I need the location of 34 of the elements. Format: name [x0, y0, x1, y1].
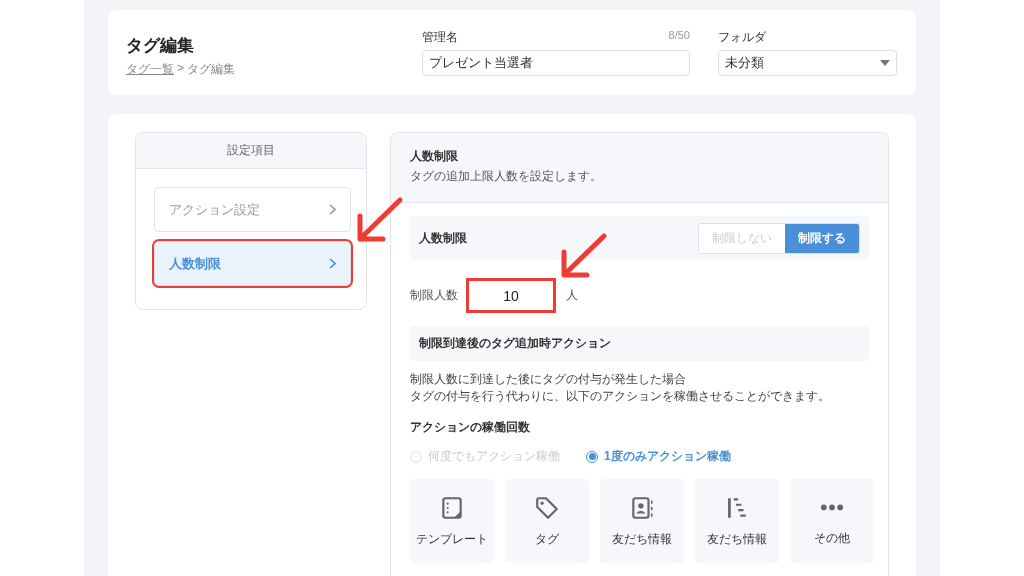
chevron-right-icon: [329, 204, 336, 215]
arrow-annotation: [559, 232, 609, 280]
sidebar-header: 設定項目: [136, 133, 366, 169]
arrow-annotation: [355, 196, 405, 244]
name-input[interactable]: プレゼント当選者: [422, 50, 690, 76]
note-icon: [439, 494, 465, 521]
chevron-right-icon: [329, 258, 336, 269]
action-tile[interactable]: テンプレート: [410, 479, 494, 563]
tag-icon: [534, 494, 560, 521]
more-icon: [819, 504, 845, 511]
unit-label: 人: [566, 287, 578, 304]
setting-label: 人数制限: [419, 229, 467, 247]
section-title: アクションの稼働回数: [410, 419, 531, 436]
action-tile[interactable]: 友だち情報: [695, 479, 779, 563]
contact-card-icon: [629, 494, 655, 521]
action-tile[interactable]: 友だち情報: [600, 479, 684, 563]
action-tile[interactable]: その他: [790, 479, 874, 563]
description-text: 制限人数に到達した後にタグの付与が発生した場合: [410, 371, 687, 388]
limit-input[interactable]: 10: [468, 280, 554, 311]
folder-dropdown[interactable]: 未分類: [718, 50, 897, 76]
section-title: 制限到達後のタグ追加時アクション: [419, 335, 611, 352]
panel-title: 人数制限: [410, 148, 459, 165]
action-tile[interactable]: タグ: [505, 479, 589, 563]
character-counter: 8/50: [668, 29, 690, 43]
breadcrumb-current: タグ編集: [187, 60, 235, 78]
breadcrumb-separator: >: [177, 60, 184, 77]
breadcrumb-link[interactable]: タグ一覧: [126, 60, 174, 78]
field-label: フォルダ: [718, 29, 766, 46]
field-label: 制限人数: [410, 287, 458, 304]
description-text: タグの付与を行う代わりに、以下のアクションを稼働させることができます。: [410, 388, 831, 405]
panel-description: タグの追加上限人数を設定します。: [410, 168, 603, 185]
field-label: 管理名: [422, 29, 458, 46]
dropdown-caret-icon: [880, 60, 890, 66]
page-title: タグ編集: [126, 34, 195, 57]
